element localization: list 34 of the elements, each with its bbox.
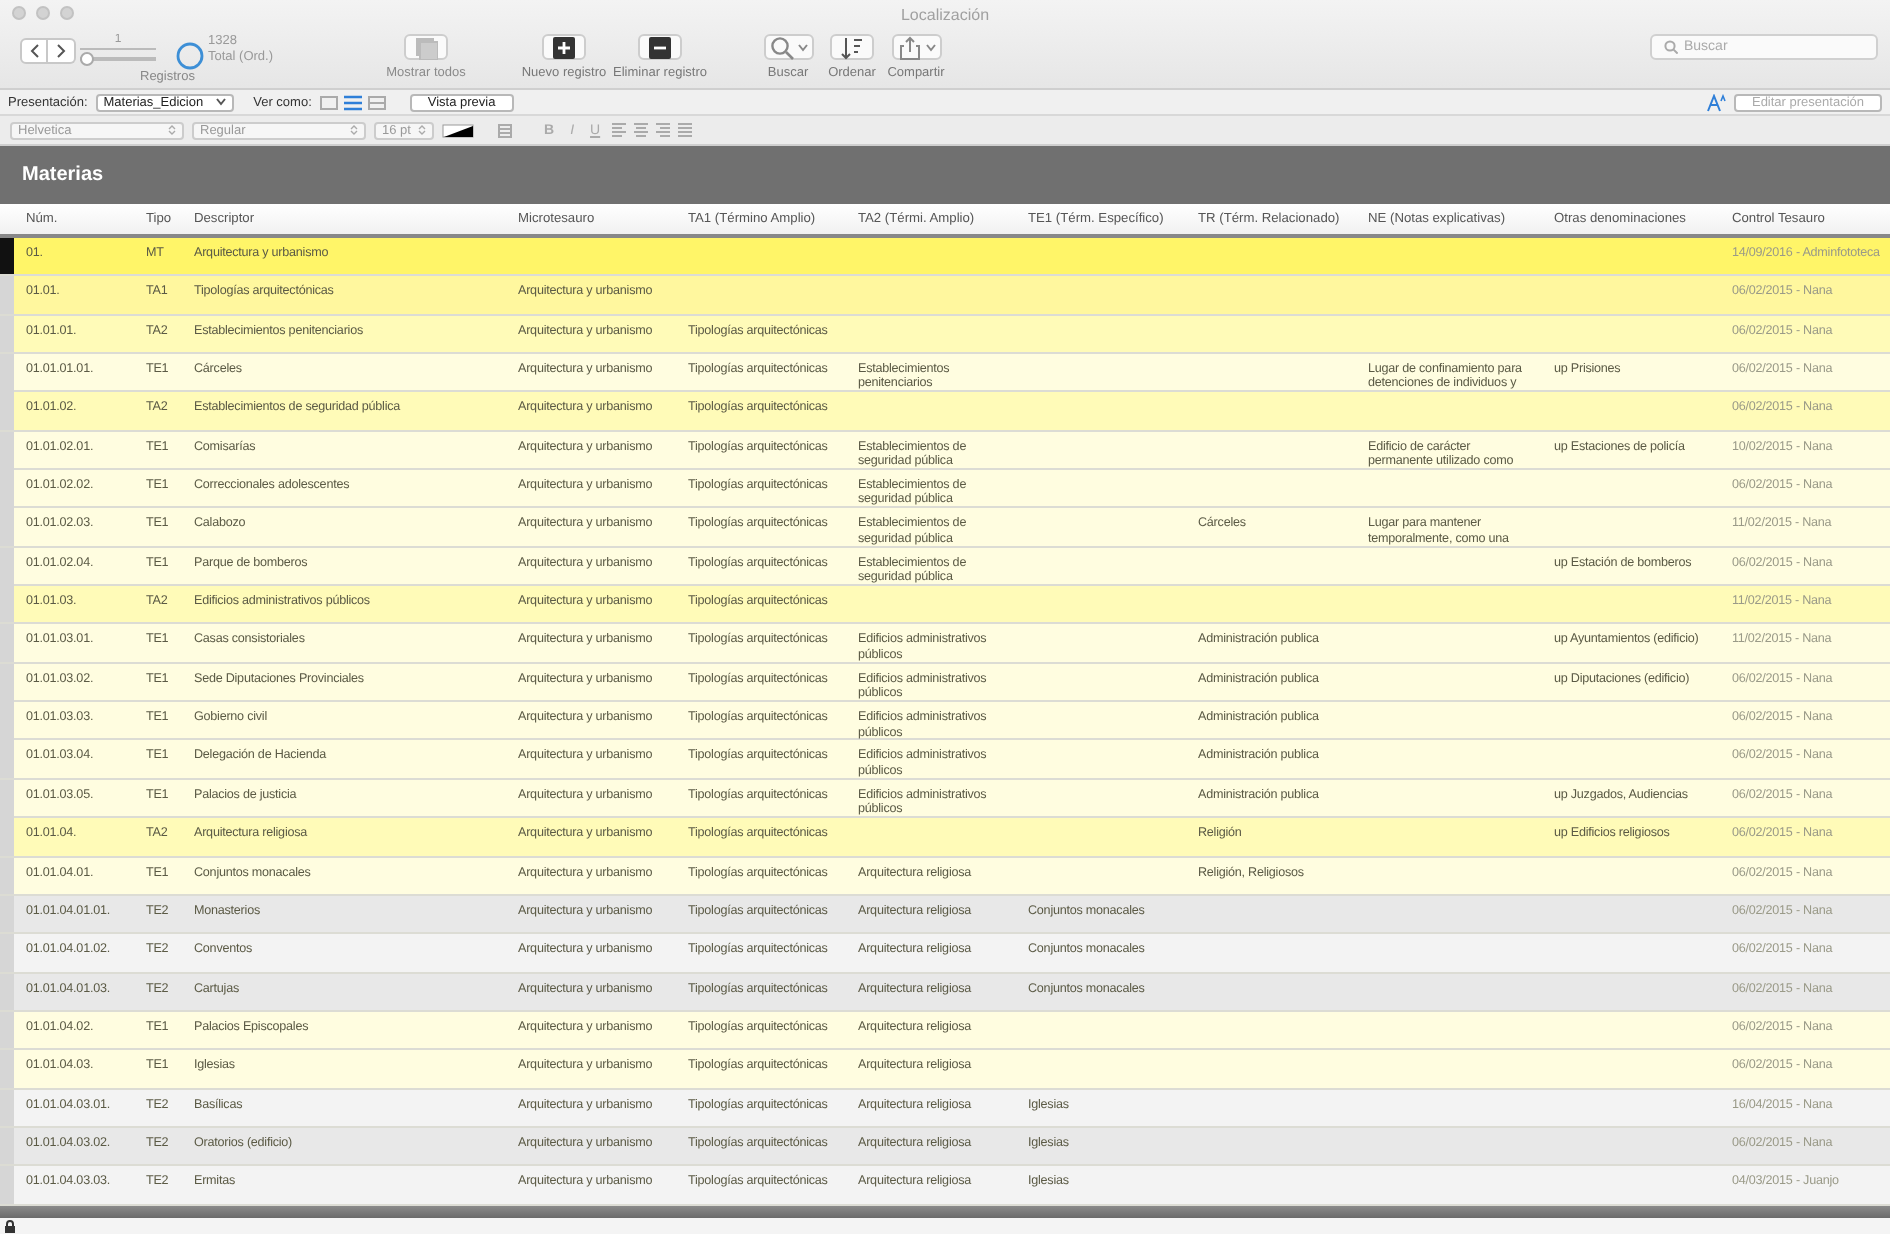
sort-icon: [840, 35, 864, 59]
stepper-icon: [350, 124, 358, 136]
search-icon: [769, 35, 793, 59]
text-color-swatch[interactable]: [442, 123, 474, 137]
stepper-icon: [168, 124, 176, 136]
back-button[interactable]: [20, 38, 48, 64]
table-view-icon[interactable]: [367, 93, 386, 111]
align-right-icon[interactable]: [656, 122, 671, 138]
chevron-right-icon: [56, 44, 66, 58]
share-icon: [897, 35, 921, 59]
justify-icon[interactable]: [678, 122, 693, 138]
lock-icon[interactable]: [4, 1220, 16, 1234]
line-spacing-icon[interactable]: [498, 123, 512, 137]
minus-icon: [648, 35, 672, 59]
align-left-icon[interactable]: [612, 122, 627, 138]
window-title: Localización: [898, 4, 992, 24]
slider-thumb[interactable]: [80, 52, 94, 66]
form-view-icon[interactable]: [319, 93, 338, 111]
list-view-icon[interactable]: [343, 93, 362, 111]
record-slider[interactable]: [80, 52, 156, 66]
table-row[interactable]: [0, 431, 1890, 471]
font-size-icon: [1705, 93, 1726, 111]
table-row[interactable]: [0, 663, 1890, 703]
caret-icon: [797, 43, 807, 51]
caret-icon: [925, 43, 935, 51]
plus-icon: [552, 35, 576, 59]
chevron-left-icon: [29, 44, 39, 58]
align-center-icon[interactable]: [634, 122, 649, 138]
stepper-icon: [418, 124, 426, 136]
progress-ring-icon: [176, 42, 204, 70]
caret-icon: [215, 98, 226, 106]
search-icon: [1664, 40, 1678, 54]
forward-button[interactable]: [48, 38, 76, 64]
layout-title: Materias: [22, 164, 104, 186]
